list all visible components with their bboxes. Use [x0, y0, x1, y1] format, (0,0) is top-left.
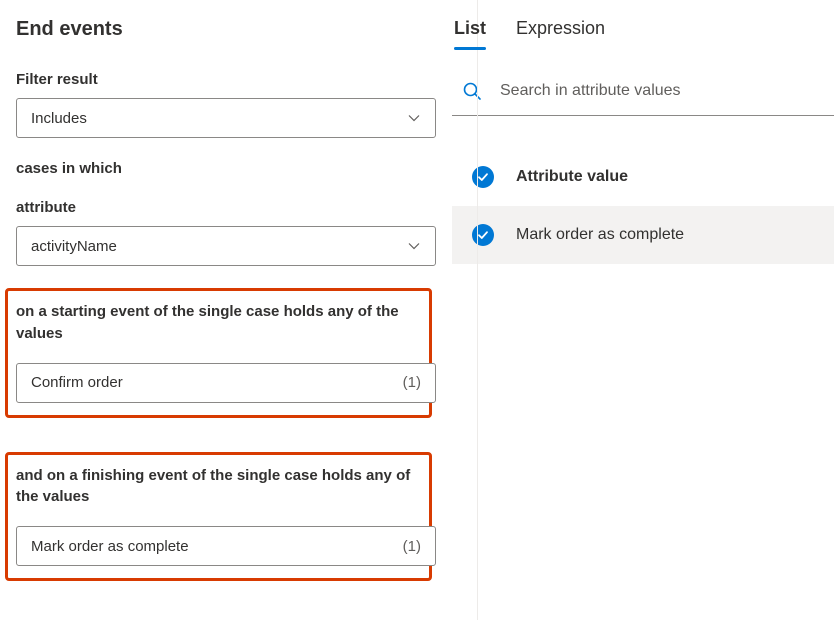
attribute-value: activityName [31, 238, 117, 255]
chevron-down-icon [407, 239, 421, 253]
attribute-field: attribute activityName [16, 199, 432, 266]
attribute-value-header-row[interactable]: Attribute value [452, 148, 834, 206]
attribute-label: attribute [16, 199, 432, 216]
finishing-event-label: and on a finishing event of the single c… [16, 465, 421, 509]
cases-in-which-text: cases in which [16, 160, 432, 177]
chevron-down-icon [407, 111, 421, 125]
starting-event-highlight: on a starting event of the single case h… [5, 288, 432, 418]
filter-result-value: Includes [31, 110, 87, 127]
starting-event-label: on a starting event of the single case h… [16, 301, 421, 345]
tab-expression[interactable]: Expression [516, 18, 605, 49]
tab-list[interactable]: List [454, 18, 486, 49]
filter-result-field: Filter result Includes [16, 71, 432, 138]
attribute-select[interactable]: activityName [16, 226, 436, 266]
filter-result-label: Filter result [16, 71, 432, 88]
tabs: List Expression [452, 18, 834, 49]
attribute-value-row[interactable]: Mark order as complete [452, 206, 834, 264]
search-input[interactable] [500, 82, 830, 100]
finishing-event-highlight: and on a finishing event of the single c… [5, 452, 432, 582]
check-icon[interactable] [472, 224, 494, 246]
filter-result-select[interactable]: Includes [16, 98, 436, 138]
starting-event-value: Confirm order [31, 374, 123, 391]
search-row [452, 59, 834, 116]
starting-event-select[interactable]: Confirm order (1) [16, 363, 436, 403]
attribute-value-header-label: Attribute value [516, 168, 628, 186]
finishing-event-select[interactable]: Mark order as complete (1) [16, 526, 436, 566]
attribute-value-label: Mark order as complete [516, 226, 684, 244]
page-title: End events [16, 18, 432, 41]
search-icon [462, 81, 482, 101]
finishing-event-value: Mark order as complete [31, 538, 189, 555]
finishing-event-count: (1) [403, 538, 421, 555]
panel-divider [477, 0, 478, 620]
check-all-icon[interactable] [472, 166, 494, 188]
starting-event-count: (1) [403, 374, 421, 391]
